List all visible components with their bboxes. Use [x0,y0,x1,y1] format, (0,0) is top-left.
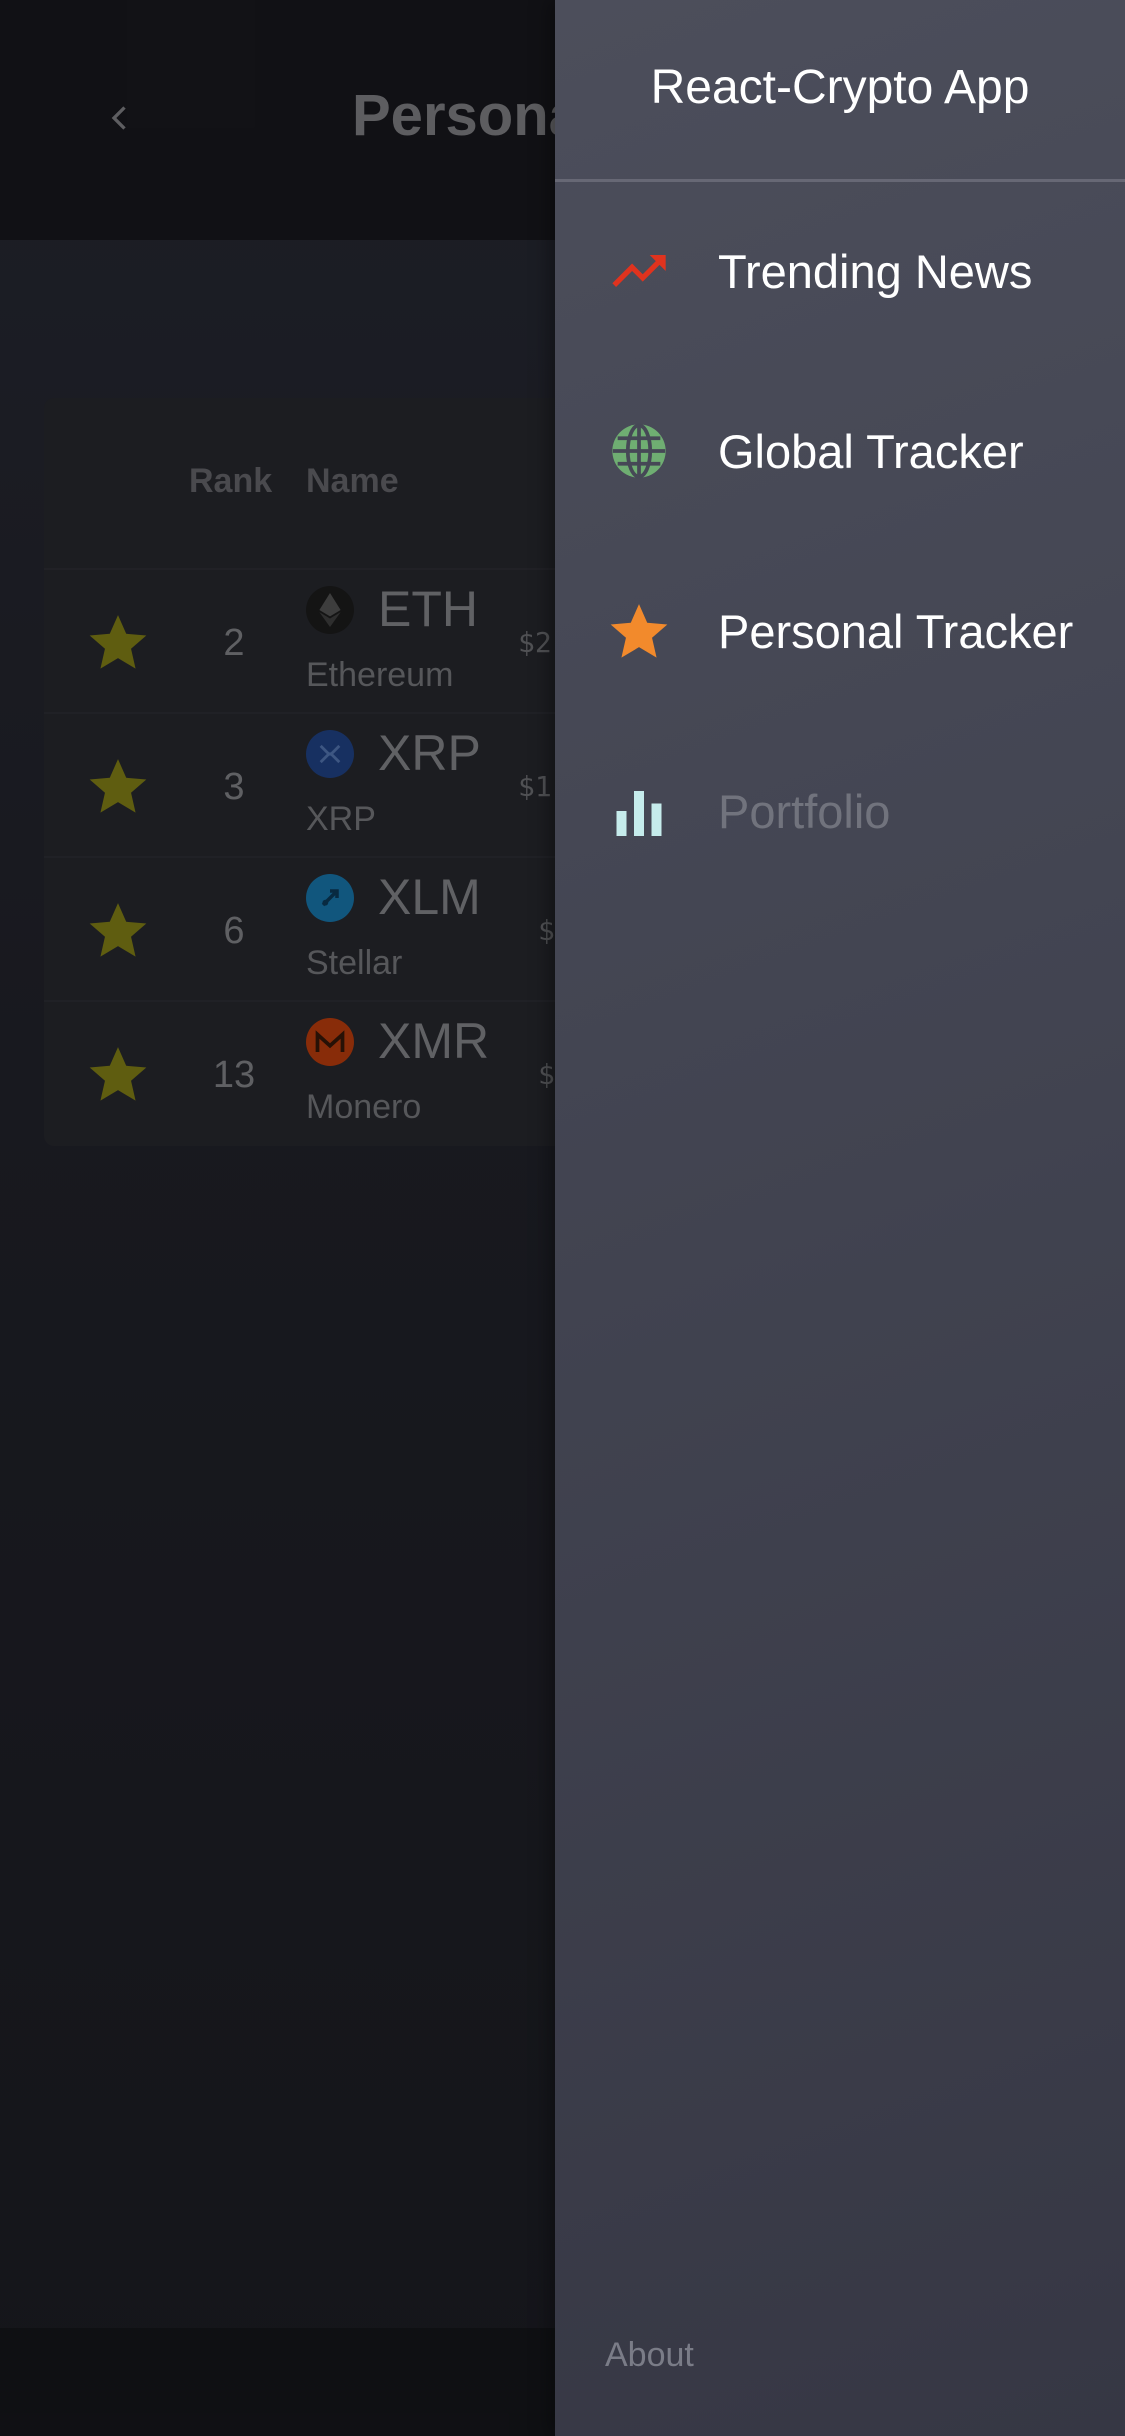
nav-item-label: Trending News [718,244,1033,298]
drawer-header: React-Crypto App [555,0,1125,182]
star-icon [605,597,673,665]
trending-up-icon [605,237,673,305]
nav-item-portfolio[interactable]: Portfolio [555,736,1125,886]
bar-chart-icon [605,777,673,845]
nav-item-label: Portfolio [718,784,891,838]
nav-item-label: Personal Tracker [718,604,1074,658]
globe-icon [605,417,673,485]
nav-item-personal-tracker[interactable]: Personal Tracker [555,556,1125,706]
nav-item-label: Global Tracker [718,424,1024,478]
navigation-drawer: React-Crypto App Trending News Global Tr… [555,0,1125,2436]
nav-item-global-tracker[interactable]: Global Tracker [555,376,1125,526]
app-title: React-Crypto App [650,61,1030,114]
nav-item-trending-news[interactable]: Trending News [555,196,1125,346]
about-link[interactable]: About [605,2336,694,2375]
